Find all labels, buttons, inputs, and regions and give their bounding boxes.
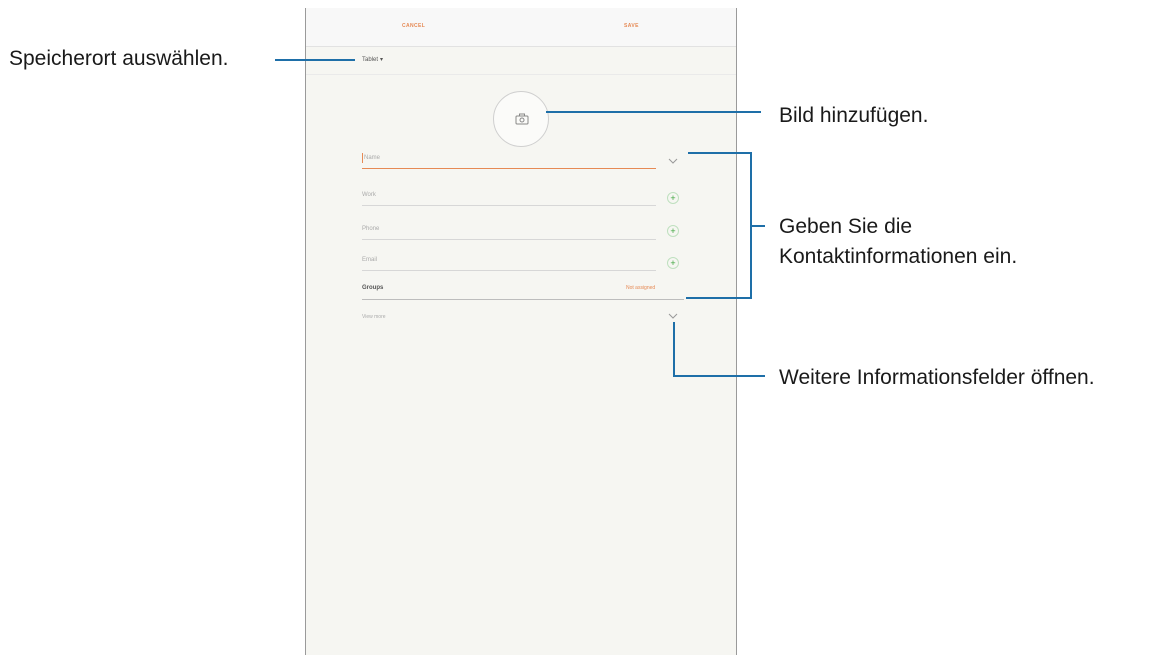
callout-contact-bracket-top (688, 152, 752, 154)
add-photo-button[interactable] (493, 91, 549, 147)
work-field[interactable]: Work (362, 192, 376, 198)
email-field[interactable]: Email (362, 257, 377, 263)
action-bar: CANCEL SAVE (306, 8, 736, 47)
work-field-underline (362, 205, 656, 206)
cancel-button[interactable]: CANCEL (402, 23, 425, 29)
callout-contact-text: Geben Sie die Kontaktinformationen ein. (779, 212, 1017, 272)
save-button[interactable]: SAVE (624, 23, 639, 29)
view-more-label[interactable]: View more (362, 314, 386, 320)
email-field-underline (362, 270, 656, 271)
callout-contact-line1: Geben Sie die (779, 215, 913, 238)
groups-underline (362, 299, 684, 300)
dropdown-caret-icon: ▾ (380, 57, 384, 63)
callout-more-line (673, 375, 765, 377)
callout-contact-line (752, 225, 765, 227)
add-email-plus-icon[interactable]: + (667, 257, 679, 269)
name-field[interactable]: Name (364, 155, 380, 161)
phone-field-underline (362, 239, 656, 240)
groups-value[interactable]: Not assigned (626, 285, 655, 291)
callout-contact-line2: Kontaktinformationen ein. (779, 245, 1018, 268)
text-cursor (362, 153, 363, 163)
camera-icon (515, 113, 529, 125)
phone-field[interactable]: Phone (362, 226, 379, 232)
name-field-underline (362, 168, 656, 169)
callout-more-vertical (673, 322, 675, 377)
callout-photo-line (546, 111, 761, 113)
groups-label[interactable]: Groups (362, 285, 383, 291)
view-more-chevron-icon[interactable] (668, 313, 678, 319)
storage-location-label: Tablet (362, 57, 379, 63)
callout-contact-bracket-bottom (686, 297, 752, 299)
callout-photo-text: Bild hinzufügen. (779, 104, 929, 127)
expand-name-chevron-icon[interactable] (668, 158, 678, 164)
add-phone-plus-icon[interactable]: + (667, 225, 679, 237)
callout-storage-text: Speicherort auswählen. (9, 47, 229, 70)
add-work-plus-icon[interactable]: + (667, 192, 679, 204)
callout-storage-line (275, 59, 355, 61)
divider (306, 74, 736, 75)
storage-location-selector[interactable]: Tablet ▾ (362, 56, 383, 63)
callout-more-text: Weitere Informationsfelder öffnen. (779, 366, 1095, 389)
